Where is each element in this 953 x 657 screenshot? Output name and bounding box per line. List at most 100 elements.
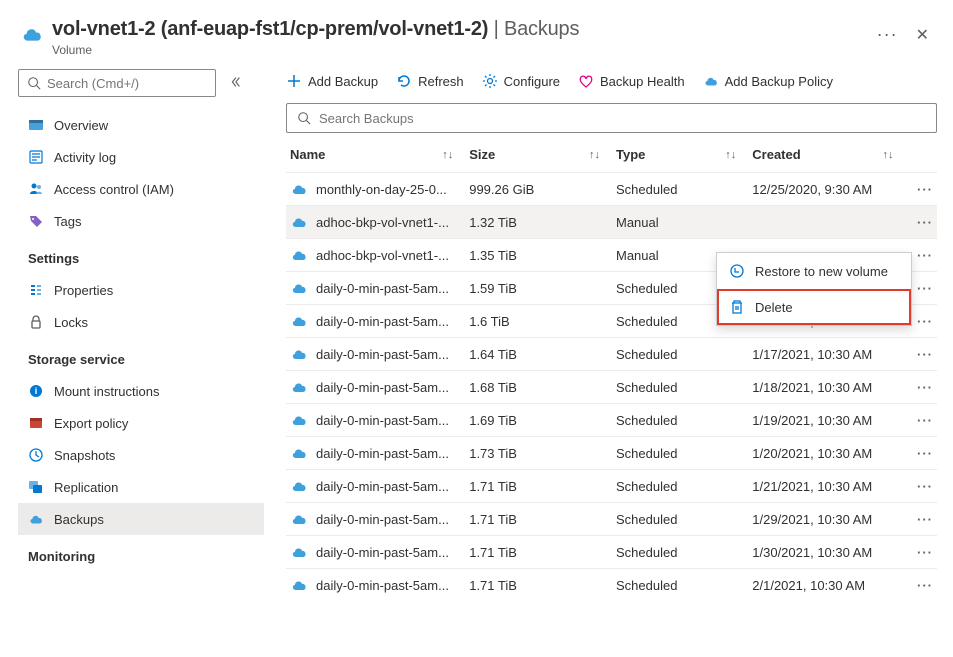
refresh-icon [396, 73, 412, 89]
sidebar-item-locks[interactable]: Locks [18, 306, 264, 338]
delete-item[interactable]: Delete [717, 289, 911, 325]
col-name[interactable]: Name↑↓ [286, 137, 465, 173]
configure-button[interactable]: Configure [482, 73, 560, 89]
backup-size: 1.59 TiB [465, 272, 612, 305]
backup-icon [290, 477, 308, 495]
add-backup-policy-button[interactable]: Add Backup Policy [703, 73, 833, 89]
close-button[interactable]: ✕ [912, 25, 933, 45]
table-row[interactable]: daily-0-min-past-5am...1.71 TiBScheduled… [286, 536, 937, 569]
sidebar-item-overview[interactable]: Overview [18, 109, 264, 141]
table-row[interactable]: daily-0-min-past-5am...1.73 TiBScheduled… [286, 437, 937, 470]
row-actions-button[interactable]: ··· [906, 338, 937, 371]
iam-icon [28, 181, 44, 197]
col-type[interactable]: Type↑↓ [612, 137, 748, 173]
sidebar-item-properties[interactable]: Properties [18, 274, 264, 306]
backup-size: 1.35 TiB [465, 239, 612, 272]
backup-icon [290, 543, 308, 561]
backup-type: Scheduled [612, 470, 748, 503]
col-created[interactable]: Created↑↓ [748, 137, 905, 173]
row-actions-button[interactable]: ··· [906, 404, 937, 437]
backup-name: adhoc-bkp-vol-vnet1-... [316, 248, 449, 263]
svg-text:i: i [35, 386, 38, 396]
plus-icon [286, 73, 302, 89]
replication-icon [28, 479, 44, 495]
section-settings: Settings [18, 237, 264, 274]
backup-icon [290, 444, 308, 462]
backup-icon [290, 378, 308, 396]
table-row[interactable]: adhoc-bkp-vol-vnet1-...1.32 TiBManual··· [286, 206, 937, 239]
backup-name: daily-0-min-past-5am... [316, 347, 449, 362]
col-size[interactable]: Size↑↓ [465, 137, 612, 173]
add-backup-button[interactable]: Add Backup [286, 73, 378, 89]
backup-health-button[interactable]: Backup Health [578, 73, 685, 89]
backup-name: daily-0-min-past-5am... [316, 281, 449, 296]
backup-name: daily-0-min-past-5am... [316, 578, 449, 593]
backup-icon [290, 279, 308, 297]
sidebar-search-input[interactable] [47, 76, 223, 91]
backup-size: 999.26 GiB [465, 173, 612, 206]
backup-size: 1.71 TiB [465, 470, 612, 503]
restore-to-new-volume-item[interactable]: Restore to new volume [717, 253, 911, 289]
sidebar-item-access-control-iam-[interactable]: Access control (IAM) [18, 173, 264, 205]
backup-name: daily-0-min-past-5am... [316, 380, 449, 395]
sidebar-search[interactable] [18, 69, 216, 97]
refresh-button[interactable]: Refresh [396, 73, 464, 89]
sidebar: OverviewActivity logAccess control (IAM)… [0, 65, 268, 657]
sidebar-item-export-policy[interactable]: Export policy [18, 407, 264, 439]
backup-created: 12/25/2020, 9:30 AM [748, 173, 905, 206]
sidebar-item-snapshots[interactable]: Snapshots [18, 439, 264, 471]
collapse-sidebar-button[interactable] [228, 75, 242, 92]
table-row[interactable]: daily-0-min-past-5am...1.71 TiBScheduled… [286, 470, 937, 503]
backup-type: Scheduled [612, 503, 748, 536]
backup-icon [290, 180, 308, 198]
sidebar-item-mount-instructions[interactable]: i Mount instructions [18, 375, 264, 407]
backup-name: daily-0-min-past-5am... [316, 512, 449, 527]
restore-icon [729, 263, 745, 279]
backup-icon [290, 576, 308, 594]
backup-type: Scheduled [612, 173, 748, 206]
backup-size: 1.73 TiB [465, 437, 612, 470]
table-row[interactable]: monthly-on-day-25-0...999.26 GiBSchedule… [286, 173, 937, 206]
sidebar-item-tags[interactable]: Tags [18, 205, 264, 237]
row-actions-button[interactable]: ··· [906, 173, 937, 206]
sort-icon: ↑↓ [442, 149, 453, 161]
search-backups[interactable] [286, 103, 937, 133]
heart-icon [578, 73, 594, 89]
backup-type: Scheduled [612, 437, 748, 470]
export-icon [28, 415, 44, 431]
search-icon [297, 111, 311, 125]
row-actions-button[interactable]: ··· [906, 470, 937, 503]
table-row[interactable]: daily-0-min-past-5am...1.69 TiBScheduled… [286, 404, 937, 437]
volume-icon [20, 22, 44, 46]
backup-size: 1.32 TiB [465, 206, 612, 239]
table-row[interactable]: daily-0-min-past-5am...1.68 TiBScheduled… [286, 371, 937, 404]
row-actions-button[interactable]: ··· [906, 437, 937, 470]
sidebar-item-label: Snapshots [54, 448, 115, 463]
search-backups-input[interactable] [319, 111, 926, 126]
sidebar-item-backups[interactable]: Backups [18, 503, 264, 535]
backup-size: 1.69 TiB [465, 404, 612, 437]
backup-created: 1/18/2021, 10:30 AM [748, 371, 905, 404]
table-row[interactable]: daily-0-min-past-5am...1.64 TiBScheduled… [286, 338, 937, 371]
backup-icon [290, 312, 308, 330]
backup-created: 1/29/2021, 10:30 AM [748, 503, 905, 536]
more-actions-button[interactable]: ··· [873, 24, 902, 45]
backup-created: 1/20/2021, 10:30 AM [748, 437, 905, 470]
row-actions-button[interactable]: ··· [906, 536, 937, 569]
backups-icon [28, 511, 44, 527]
backup-created: 1/17/2021, 10:30 AM [748, 338, 905, 371]
backups-table: Name↑↓ Size↑↓ Type↑↓ Created↑↓ monthly-o… [286, 137, 937, 601]
sidebar-item-label: Mount instructions [54, 384, 160, 399]
row-actions-button[interactable]: ··· [906, 206, 937, 239]
page-subtitle: Volume [52, 43, 873, 57]
row-actions-button[interactable]: ··· [906, 569, 937, 602]
backup-icon [290, 345, 308, 363]
sort-icon: ↑↓ [589, 149, 600, 161]
table-row[interactable]: daily-0-min-past-5am...1.71 TiBScheduled… [286, 503, 937, 536]
row-actions-button[interactable]: ··· [906, 371, 937, 404]
table-row[interactable]: daily-0-min-past-5am...1.71 TiBScheduled… [286, 569, 937, 602]
sidebar-item-activity-log[interactable]: Activity log [18, 141, 264, 173]
sidebar-item-replication[interactable]: Replication [18, 471, 264, 503]
gear-icon [482, 73, 498, 89]
row-actions-button[interactable]: ··· [906, 503, 937, 536]
